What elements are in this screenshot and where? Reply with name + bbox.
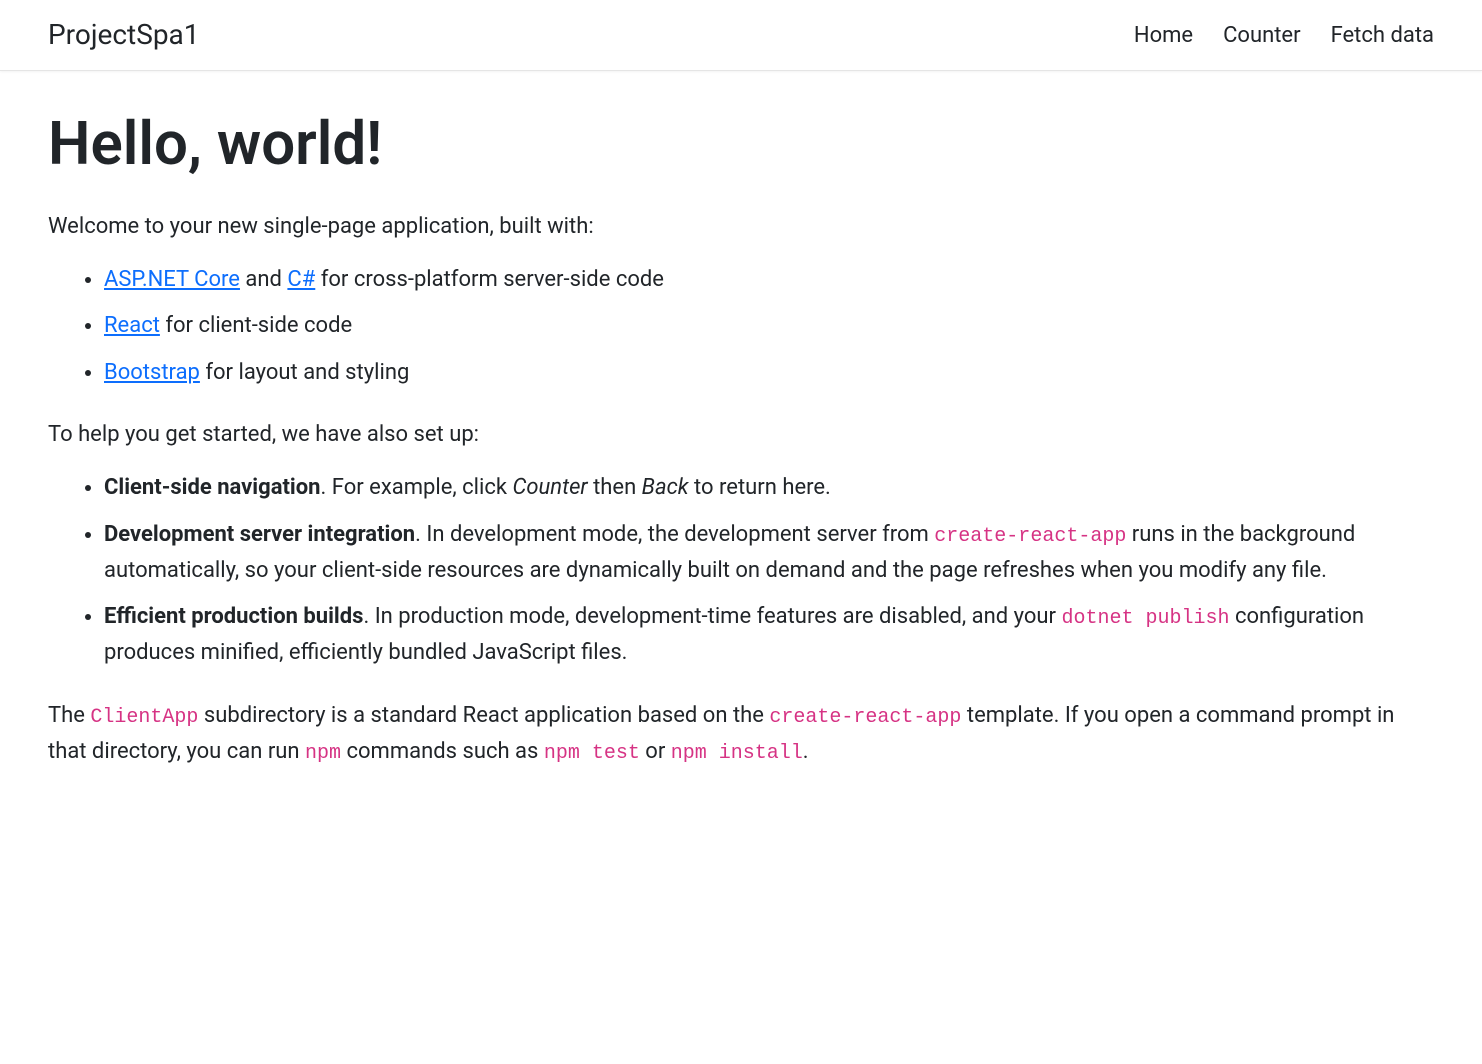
footer-text: commands such as	[341, 739, 544, 764]
list-text: . In development mode, the development s…	[415, 522, 934, 547]
list-item: Bootstrap for layout and styling	[104, 355, 1434, 391]
list-item: React for client-side code	[104, 308, 1434, 344]
footer-paragraph: The ClientApp subdirectory is a standard…	[48, 698, 1434, 770]
list-code: create-react-app	[934, 525, 1126, 548]
main-container: Hello, world! Welcome to your new single…	[0, 71, 1482, 816]
page-title: Hello, world!	[48, 99, 1434, 189]
footer-text: or	[640, 739, 671, 764]
footer-text: subdirectory is a standard React applica…	[198, 703, 769, 728]
list-strong: Client-side navigation	[104, 475, 321, 500]
setup-intro-text: To help you get started, we have also se…	[48, 417, 1434, 452]
footer-text: .	[803, 739, 809, 764]
list-em: Back	[642, 475, 689, 500]
list-text: and	[240, 267, 287, 292]
footer-code: ClientApp	[90, 706, 198, 729]
list-strong: Development server integration	[104, 522, 415, 547]
list-text: . In production mode, development-time f…	[363, 604, 1061, 629]
footer-code: npm	[305, 742, 341, 765]
list-em: Counter	[512, 475, 587, 500]
intro-text: Welcome to your new single-page applicat…	[48, 209, 1434, 244]
tech-list: ASP.NET Core and C# for cross-platform s…	[48, 262, 1434, 391]
footer-code: npm test	[544, 742, 640, 765]
list-item: ASP.NET Core and C# for cross-platform s…	[104, 262, 1434, 298]
nav-link-counter[interactable]: Counter	[1223, 23, 1300, 48]
list-text: for layout and styling	[200, 360, 409, 385]
navbar: ProjectSpa1 Home Counter Fetch data	[0, 0, 1482, 71]
list-text: for cross-platform server-side code	[315, 267, 664, 292]
footer-code: npm install	[671, 742, 803, 765]
link-bootstrap[interactable]: Bootstrap	[104, 360, 200, 385]
list-item: Client-side navigation. For example, cli…	[104, 470, 1434, 506]
footer-code: create-react-app	[769, 706, 961, 729]
list-item: Development server integration. In devel…	[104, 517, 1434, 590]
list-item: Efficient production builds. In producti…	[104, 599, 1434, 672]
list-text: then	[588, 475, 642, 500]
setup-list: Client-side navigation. For example, cli…	[48, 470, 1434, 671]
nav-link-home[interactable]: Home	[1134, 23, 1193, 48]
list-code: dotnet publish	[1061, 607, 1229, 630]
navbar-brand[interactable]: ProjectSpa1	[48, 14, 200, 56]
list-text: . For example, click	[321, 475, 513, 500]
link-csharp[interactable]: C#	[287, 267, 315, 292]
link-react[interactable]: React	[104, 313, 160, 338]
link-aspnet-core[interactable]: ASP.NET Core	[104, 267, 240, 292]
navbar-nav: Home Counter Fetch data	[1134, 19, 1434, 52]
list-text: for client-side code	[160, 313, 352, 338]
nav-link-fetch-data[interactable]: Fetch data	[1331, 23, 1434, 48]
list-strong: Efficient production builds	[104, 604, 363, 629]
list-text: to return here.	[689, 475, 831, 500]
footer-text: The	[48, 703, 90, 728]
